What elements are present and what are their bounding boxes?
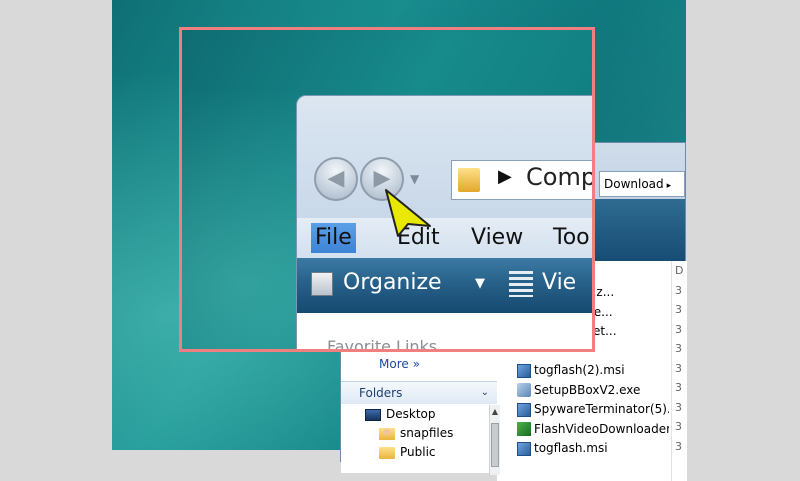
more-link[interactable]: More » <box>379 357 420 371</box>
tree-scrollbar[interactable]: ▲ <box>489 405 500 475</box>
command-toolbar: Organize ▼ Vie <box>297 258 592 313</box>
column-cell: 3 <box>675 322 682 336</box>
menu-bar: File Edit View Too <box>297 218 592 258</box>
address-segment[interactable]: Download <box>604 177 664 191</box>
desktop-icon <box>365 408 381 421</box>
tree-item-desktop[interactable]: Desktop <box>365 405 453 424</box>
file-name: FlashVideoDownloader.... <box>534 421 669 436</box>
menu-tools[interactable]: Too <box>549 223 592 253</box>
folder-icon <box>379 446 395 459</box>
exe-icon <box>517 383 531 398</box>
column-cell: 3 <box>675 361 682 375</box>
back-button[interactable]: ◀ <box>314 157 358 201</box>
favorite-links-label: Favorite Links <box>327 337 438 352</box>
file-row[interactable]: togflash.msi <box>517 439 669 459</box>
file-row[interactable]: FlashVideoDownloader.... <box>517 420 669 440</box>
tree-item-label: Public <box>400 445 436 459</box>
msi-icon <box>517 441 531 456</box>
tree-item-label: snapfiles <box>400 426 454 440</box>
file-name: SetupBBoxV2.exe <box>534 382 641 397</box>
arrow-left-icon: ◀ <box>327 166 345 191</box>
folders-label[interactable]: Folders <box>359 386 402 400</box>
file-row[interactable]: togflash(2).msi <box>517 361 669 381</box>
msi-icon <box>517 363 531 378</box>
views-button[interactable]: Vie <box>542 270 576 295</box>
scroll-thumb[interactable] <box>491 423 499 467</box>
tree-item-snapfiles[interactable]: snapfiles <box>379 424 453 443</box>
column-cell: 3 <box>675 400 682 414</box>
chevron-down-icon[interactable]: ⌄ <box>481 382 489 404</box>
navigation-pane: More » Folders ⌄ Desktop snapfiles Publi… <box>341 343 500 475</box>
folder-tree: Desktop snapfiles Public <box>365 405 453 462</box>
file-name: togflash.msi <box>534 441 608 455</box>
organize-dropdown-icon[interactable]: ▼ <box>475 276 485 291</box>
column-cell: 3 <box>675 283 682 297</box>
file-name: SpywareTerminator(5).... <box>534 402 669 416</box>
address-arrow-icon[interactable]: ▶ <box>498 166 512 187</box>
more-arrows-icon[interactable]: » <box>413 357 420 371</box>
file-row[interactable]: SetupBBoxV2.exe <box>517 381 669 401</box>
column-cell: 3 <box>675 303 682 316</box>
user-folder-icon <box>379 427 395 440</box>
folders-header[interactable]: Folders ⌄ <box>341 381 497 404</box>
date-column: D 3 3 3 3 3 3 3 3 3 <box>671 261 688 481</box>
column-cell: 3 <box>675 342 682 355</box>
views-icon[interactable] <box>509 271 533 297</box>
more-label[interactable]: More <box>379 357 409 371</box>
tree-item-label: Desktop <box>386 407 436 421</box>
menu-view[interactable]: View <box>467 223 527 253</box>
file-row[interactable]: SpywareTerminator(5).... <box>517 400 669 420</box>
tree-item-public[interactable]: Public <box>379 443 453 462</box>
mouse-pointer-icon <box>385 189 431 237</box>
organize-button[interactable]: Organize <box>343 270 442 295</box>
zoomed-window: ◀ ▶ ▼ ▶ Comp File Edit View Too Organize… <box>296 95 595 352</box>
column-cell: 3 <box>675 381 682 394</box>
organize-icon[interactable] <box>311 272 333 296</box>
address-arrow-icon[interactable]: ▸ <box>667 181 672 191</box>
address-bar[interactable]: Download ▸ <box>599 171 685 197</box>
column-cell: 3 <box>675 439 682 453</box>
file-name: togflash(2).msi <box>534 363 625 377</box>
recent-pages-dropdown-icon[interactable]: ▼ <box>410 172 419 186</box>
menu-file[interactable]: File <box>311 223 356 253</box>
zoomed-nav-area: Favorite Links <box>297 313 592 352</box>
scroll-up-icon[interactable]: ▲ <box>490 405 500 419</box>
column-cell: 3 <box>675 420 682 433</box>
folder-icon <box>458 168 480 192</box>
column-header[interactable]: D <box>672 261 688 281</box>
zoomed-address-bar[interactable]: ▶ Comp <box>451 160 595 200</box>
msi-icon <box>517 402 531 417</box>
flashvideo-icon <box>517 422 531 437</box>
address-text: Comp <box>526 163 595 191</box>
